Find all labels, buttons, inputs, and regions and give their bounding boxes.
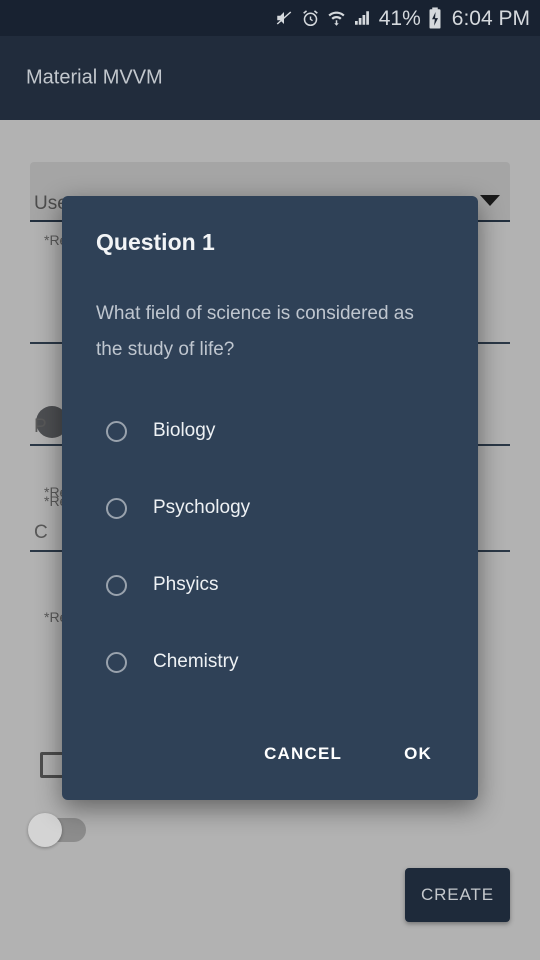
status-bar: 41% 6:04 PM bbox=[0, 0, 540, 36]
radio-option-label: Psychology bbox=[153, 497, 251, 518]
radio-option-label: Chemistry bbox=[153, 651, 239, 672]
battery-percent-label: 41% bbox=[378, 6, 421, 30]
radio-option-label: Phsyics bbox=[153, 574, 219, 595]
dialog-message: What field of science is considered as t… bbox=[96, 303, 414, 360]
dialog-title: Question 1 bbox=[96, 229, 215, 255]
radio-circle-icon[interactable] bbox=[106, 497, 127, 519]
cellular-signal-icon bbox=[353, 9, 372, 27]
radio-option-chemistry[interactable]: Chemistry bbox=[96, 633, 446, 691]
radio-circle-icon[interactable] bbox=[106, 420, 127, 442]
radio-option-label: Biology bbox=[153, 420, 216, 441]
radio-option-phsyics[interactable]: Phsyics bbox=[96, 556, 446, 614]
alarm-clock-icon bbox=[301, 9, 320, 28]
battery-charging-icon bbox=[428, 7, 442, 29]
ok-button[interactable]: OK bbox=[390, 734, 446, 774]
volume-mute-icon bbox=[274, 9, 294, 27]
radio-circle-icon[interactable] bbox=[106, 574, 127, 596]
dialog-action-bar: CANCEL OK bbox=[62, 730, 478, 778]
wifi-icon bbox=[327, 9, 346, 27]
cancel-button[interactable]: CANCEL bbox=[250, 734, 356, 774]
clock-label: 6:04 PM bbox=[451, 6, 530, 30]
radio-option-biology[interactable]: Biology bbox=[96, 402, 446, 460]
radio-option-psychology[interactable]: Psychology bbox=[96, 479, 446, 537]
question-dialog: Question 1 What field of science is cons… bbox=[62, 196, 478, 800]
phone-screen: 41% 6:04 PM Material MVVM Username *Requ… bbox=[0, 0, 540, 960]
radio-circle-icon[interactable] bbox=[106, 651, 127, 673]
radio-group: Biology Psychology Phsyics Chemistry bbox=[96, 402, 446, 710]
